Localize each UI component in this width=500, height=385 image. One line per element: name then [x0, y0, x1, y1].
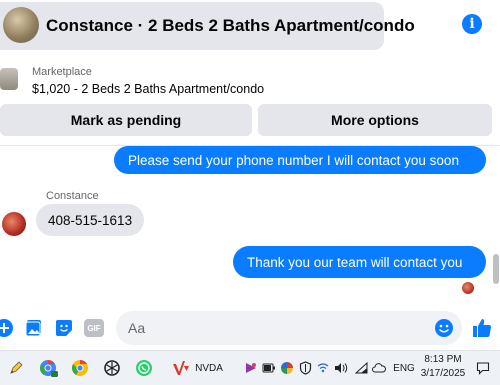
message-sender-name: Constance [46, 190, 99, 202]
input-language-indicator[interactable]: ENG [392, 358, 416, 378]
chatgpt-icon[interactable] [100, 358, 124, 378]
search-icon[interactable] [6, 358, 26, 378]
messenger-window: Constance · 2 Beds 2 Baths Apartment/con… [0, 0, 500, 385]
mark-as-pending-button[interactable]: Mark as pending [0, 104, 252, 136]
taskbar-clock-time[interactable]: 8:13 PM [420, 354, 466, 365]
gif-icon[interactable]: GIF [84, 319, 104, 337]
image-icon[interactable] [24, 318, 44, 338]
volume-icon[interactable] [333, 358, 349, 378]
color-app-icon[interactable] [279, 358, 295, 378]
conversation-title-button[interactable]: Constance · 2 Beds 2 Baths Apartment/con… [0, 2, 415, 50]
message-input[interactable] [116, 311, 462, 345]
nvda-icon[interactable] [170, 358, 192, 378]
conversation-title: Constance · 2 Beds 2 Baths Apartment/con… [46, 16, 415, 35]
listing-price-title[interactable]: $1,020 - 2 Beds 2 Baths Apartment/condo [32, 82, 264, 96]
taskbar-clock-date[interactable]: 3/17/2025 [418, 368, 468, 379]
listing-thumbnail[interactable] [0, 68, 18, 90]
emoji-icon[interactable] [434, 318, 454, 338]
message-incoming[interactable]: 408-515-1613 [36, 204, 145, 236]
network-icon[interactable] [353, 358, 369, 378]
wifi-sync-icon[interactable] [315, 358, 331, 378]
marketplace-label: Marketplace [32, 66, 92, 78]
message-outgoing[interactable]: Please send your phone number I will con… [114, 146, 486, 174]
seen-indicator-avatar [462, 282, 474, 294]
message-scrollbar[interactable] [492, 150, 500, 300]
conversation-header: Constance · 2 Beds 2 Baths Apartment/con… [0, 0, 500, 54]
chrome-profile-icon[interactable] [36, 358, 60, 378]
plus-icon[interactable] [0, 318, 14, 338]
chrome-icon[interactable] [68, 358, 92, 378]
listing-avatar[interactable] [3, 7, 39, 43]
info-icon[interactable]: i [462, 14, 482, 34]
notification-icon[interactable] [474, 358, 492, 378]
sender-avatar[interactable] [2, 212, 26, 236]
scrollbar-thumb[interactable] [493, 254, 499, 284]
sticker-icon[interactable] [54, 318, 74, 338]
message-outgoing[interactable]: Thank you our team will contact you [233, 246, 486, 278]
battery-icon[interactable] [261, 358, 277, 378]
tray-app-icon[interactable] [243, 358, 259, 378]
nvda-label[interactable]: NVDA [194, 358, 224, 378]
thumbs-up-icon[interactable] [470, 318, 494, 338]
cloud-icon[interactable] [371, 358, 387, 378]
more-options-button[interactable]: More options [258, 104, 492, 136]
shield-icon[interactable] [297, 358, 313, 378]
whatsapp-icon[interactable] [132, 358, 156, 378]
